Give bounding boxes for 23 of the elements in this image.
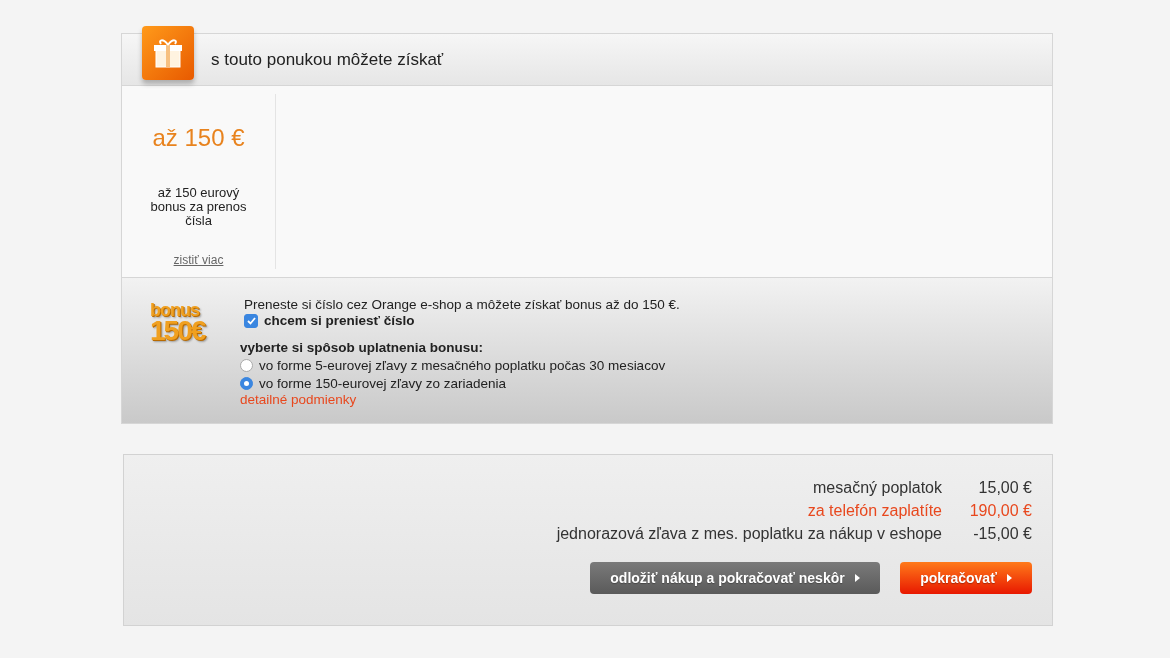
- continue-button[interactable]: pokračovať: [900, 562, 1032, 594]
- summary-label: za telefón zaplatíte: [806, 502, 942, 520]
- postpone-button[interactable]: odložiť nákup a pokračovať neskôr: [590, 562, 880, 594]
- summary-value: -15,00 €: [972, 525, 1032, 543]
- method-heading: vyberte si spôsob uplatnenia bonusu:: [240, 340, 485, 355]
- bonus-logo: bonus 150€: [150, 302, 206, 349]
- intro-text: Preneste si číslo cez Orange e-shop a môžete získať bonus až do 150 €.: [244, 297, 680, 312]
- summary-label: mesačný poplatok: [812, 479, 942, 497]
- radio-label: vo forme 150-eurovej zľavy zo zariadenia: [259, 376, 507, 391]
- radio-label: vo forme 5-eurovej zľavy z mesačného poplatku počas 30 mesiacov: [259, 358, 666, 373]
- caret-icon: [854, 574, 860, 582]
- bonus-description: až 150 eurový bonus za prenos čísla: [149, 186, 248, 228]
- more-link[interactable]: zistiť viac: [173, 253, 224, 267]
- radio-button[interactable]: [240, 359, 253, 372]
- bonus-amount: až 150 €: [152, 124, 245, 152]
- caret-icon: [1006, 574, 1012, 582]
- summary-value: 15,00 €: [977, 479, 1032, 497]
- radio-button[interactable]: [240, 377, 253, 390]
- panel-title: s touto ponukou môžete získať: [211, 49, 444, 70]
- transfer-checkbox[interactable]: [244, 313, 258, 328]
- checkbox-label: chcem si preniesť číslo: [264, 313, 415, 328]
- summary-value: 190,00 €: [968, 502, 1032, 520]
- summary-label: jednorazová zľava z mes. poplatku za nákup v eshope: [556, 525, 942, 543]
